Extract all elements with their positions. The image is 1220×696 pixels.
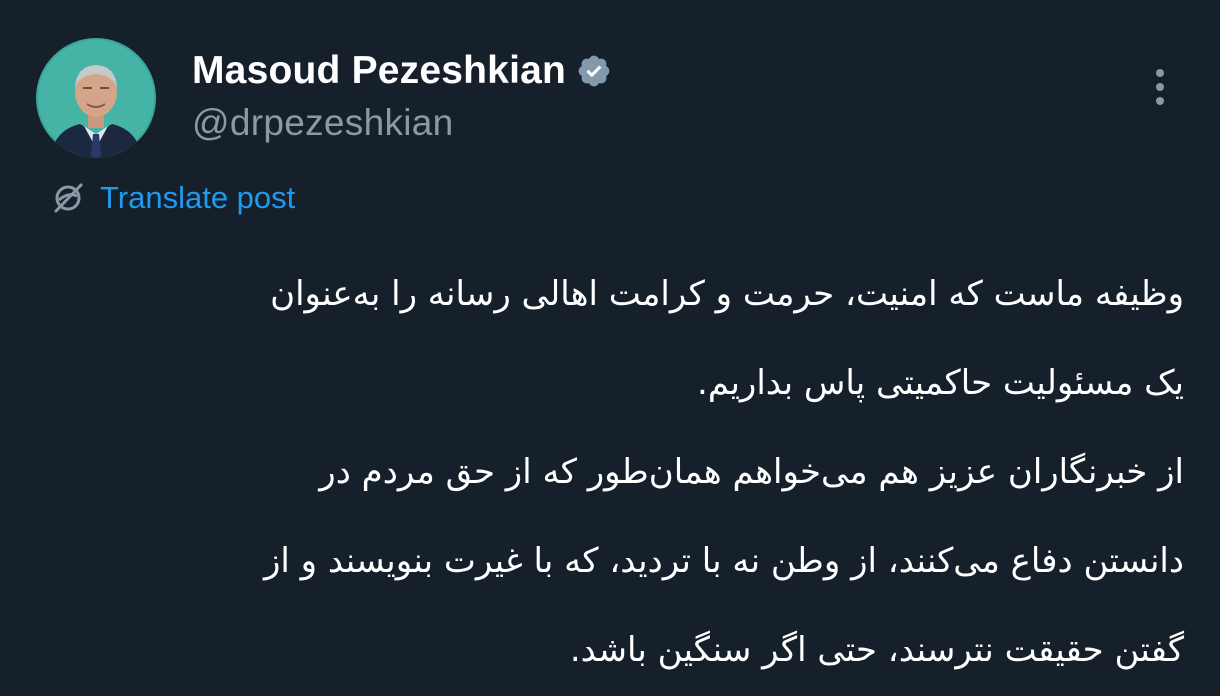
translate-globe-icon: [48, 178, 88, 218]
post-body-line: گفتن حقیقت نترسند، حتی اگر سنگین باشد.: [569, 630, 1184, 670]
translate-post-button[interactable]: Translate post: [48, 176, 295, 220]
verified-badge-icon[interactable]: [576, 53, 612, 89]
translate-post-label[interactable]: Translate post: [100, 180, 295, 216]
more-dot: [1156, 69, 1164, 77]
display-name[interactable]: Masoud Pezeshkian: [192, 49, 566, 93]
post-body-line: از خبرنگاران عزیز هم می‌خواهم همان‌طور ک…: [319, 452, 1184, 492]
more-options-icon[interactable]: [1140, 62, 1180, 112]
avatar[interactable]: [36, 38, 156, 158]
user-handle[interactable]: @drpezeshkian: [192, 102, 612, 144]
post-body-line: وظیفه ماست که امنیت، حرمت و کرامت اهالی …: [270, 274, 1184, 314]
name-row: Masoud Pezeshkian: [192, 44, 612, 98]
post-body-line: دانستن دفاع می‌کنند، از وطن نه با تردید،…: [263, 541, 1184, 581]
more-dot: [1156, 97, 1164, 105]
author-info: Masoud Pezeshkian @drpezeshkian: [192, 44, 612, 144]
avatar-image: [36, 38, 156, 158]
more-dot: [1156, 83, 1164, 91]
post-body-line: یک مسئولیت حاکمیتی پاس بداریم.: [697, 363, 1184, 403]
post-card: Masoud Pezeshkian @drpezeshkian Translat…: [0, 0, 1220, 696]
post-body: وظیفه ماست که امنیت، حرمت و کرامت اهالی …: [40, 250, 1184, 695]
